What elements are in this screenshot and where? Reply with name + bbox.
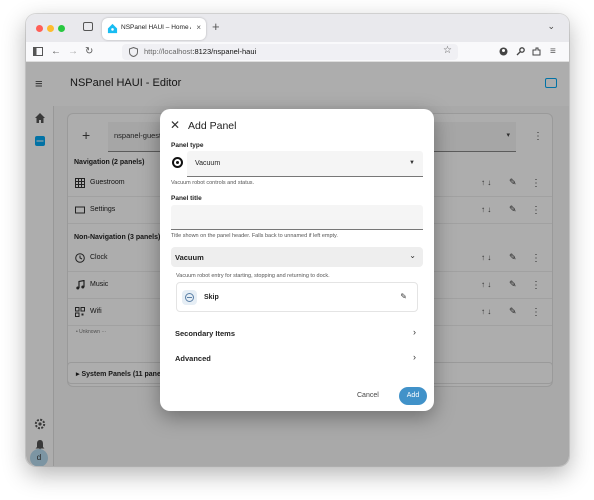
secondary-items-expander[interactable]: Secondary Items › [171, 324, 423, 344]
url-text: http://localhost:8123/nspanel-haui [144, 47, 257, 56]
chevron-right-icon: › [413, 327, 416, 337]
vacuum-entity-row[interactable]: Skip ✎ [176, 282, 418, 312]
vacuum-expander-title: Vacuum [175, 253, 204, 262]
app-menu-button[interactable]: ≡ [550, 45, 556, 59]
key-icon[interactable] [516, 47, 525, 56]
panel-type-select[interactable]: Vacuum ▼ [187, 151, 423, 177]
reload-button[interactable]: ↻ [85, 45, 93, 59]
advanced-label: Advanced [175, 354, 211, 363]
minimize-window-button[interactable] [47, 25, 54, 32]
vacuum-expander[interactable]: Vacuum ⌄ [171, 247, 423, 267]
vacuum-helper: Vacuum robot entry for starting, stoppin… [176, 273, 330, 279]
navigation-bar: ← → ↻ http://localhost:8123/nspanel-haui… [26, 42, 569, 62]
browser-tab[interactable]: NSPanel HAUI – Home Assistant × [102, 18, 206, 40]
account-icon[interactable] [499, 47, 508, 56]
skip-label: Skip [204, 294, 219, 301]
new-tab-button[interactable]: + [212, 20, 220, 34]
chevron-right-icon: › [413, 352, 416, 362]
cancel-button[interactable]: Cancel [357, 392, 379, 399]
add-button[interactable]: Add [399, 387, 427, 405]
caret-down-icon: ▼ [409, 160, 415, 166]
add-panel-dialog: ✕ Add Panel Panel type Vacuum ▼ Vacuum r… [160, 109, 434, 411]
dialog-title: Add Panel [188, 120, 237, 132]
maximize-window-button[interactable] [58, 25, 65, 32]
edit-pencil-icon[interactable]: ✎ [400, 292, 407, 301]
url-bar[interactable]: http://localhost:8123/nspanel-haui ☆ [122, 44, 458, 60]
robot-vacuum-icon [172, 157, 183, 168]
extensions-icon[interactable] [532, 47, 541, 56]
home-assistant-icon [107, 23, 118, 34]
panel-type-label: Panel type [171, 142, 204, 149]
bookmark-star-icon[interactable]: ☆ [443, 45, 452, 56]
tab-title: NSPanel HAUI – Home Assistant [121, 24, 191, 31]
close-dialog-button[interactable]: ✕ [170, 119, 180, 131]
close-window-button[interactable] [36, 25, 43, 32]
forward-button[interactable]: → [68, 45, 78, 59]
panel-type-helper: Vacuum robot controls and status. [171, 180, 255, 186]
panel-title-label: Panel title [171, 195, 202, 202]
tab-manager-icon[interactable] [83, 22, 93, 31]
page-viewport: ≡ NSPanel HAUI - Editor d + nspanel-gues… [26, 62, 569, 466]
sidebar-toggle-icon[interactable] [33, 47, 43, 56]
chevron-down-icon: ⌄ [409, 251, 416, 260]
secondary-items-label: Secondary Items [175, 329, 236, 338]
back-button[interactable]: ← [51, 45, 61, 59]
advanced-expander[interactable]: Advanced › [171, 349, 423, 369]
browser-window: NSPanel HAUI – Home Assistant × + ⌄ ← → … [26, 14, 569, 466]
panel-title-helper: Title shown on the panel header. Falls b… [171, 233, 338, 239]
list-tabs-icon[interactable]: ⌄ [547, 21, 555, 32]
shield-icon [129, 47, 138, 57]
tab-strip: NSPanel HAUI – Home Assistant × + ⌄ [26, 14, 569, 42]
tab-close-icon[interactable]: × [196, 23, 201, 33]
skip-minus-icon [182, 290, 197, 305]
panel-type-value: Vacuum [195, 160, 221, 167]
panel-title-input[interactable] [171, 205, 423, 230]
